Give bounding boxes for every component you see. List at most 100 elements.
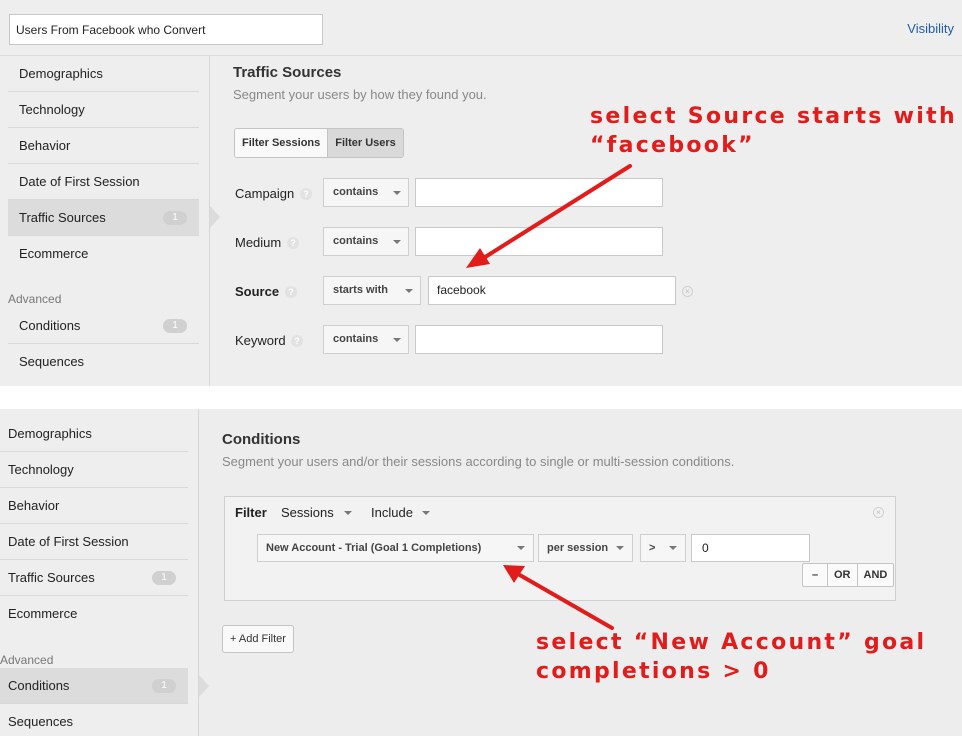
operator-label: contains: [333, 333, 379, 345]
caret-down-icon: [344, 511, 352, 515]
count-badge: 1: [163, 211, 187, 225]
filter-scope-toggle: Filter Sessions Filter Users: [234, 128, 404, 158]
help-icon[interactable]: ?: [300, 188, 312, 200]
sidebar-item-label: Technology: [8, 462, 74, 477]
sidebar-item-label: Date of First Session: [19, 174, 140, 189]
sidebar-item-behavior[interactable]: Behavior: [0, 488, 188, 524]
keyword-value-input[interactable]: [415, 325, 663, 354]
filter-scope-select[interactable]: Sessions: [281, 505, 334, 520]
metric-select[interactable]: New Account - Trial (Goal 1 Completions): [257, 534, 534, 562]
and-button[interactable]: AND: [856, 564, 894, 586]
sidebar-item-label: Ecommerce: [19, 246, 89, 261]
sidebar-item-label: Date of First Session: [8, 534, 129, 549]
sidebar-item-ecommerce[interactable]: Ecommerce: [0, 596, 188, 632]
remove-filter-icon[interactable]: ×: [873, 507, 884, 518]
sidebar-item-sequences[interactable]: Sequences: [8, 344, 199, 380]
visibility-link[interactable]: Visibility: [907, 21, 954, 36]
sidebar-item-label: Conditions: [8, 678, 70, 693]
sidebar-item-label: Traffic Sources: [8, 570, 95, 585]
operator-label: starts with: [333, 284, 389, 296]
medium-operator-select[interactable]: contains: [323, 227, 409, 256]
remove-filter-icon[interactable]: ×: [682, 286, 693, 297]
segment-editor-traffic-sources: Users From Facebook who Convert Visibili…: [0, 0, 962, 386]
sidebar-item-demographics[interactable]: Demographics: [8, 56, 199, 92]
advanced-heading: Advanced: [8, 292, 62, 306]
segment-editor-conditions: Demographics Technology Behavior Date of…: [0, 409, 962, 736]
section-title: Conditions: [222, 431, 301, 448]
sidebar-item-date-of-first-session[interactable]: Date of First Session: [0, 524, 188, 560]
campaign-value-input[interactable]: [415, 178, 663, 207]
logic-button-group: – OR AND: [802, 563, 895, 587]
sidebar-item-technology[interactable]: Technology: [0, 452, 188, 488]
caret-down-icon: [405, 289, 413, 293]
sidebar-item-label: Sequences: [19, 354, 85, 369]
count-badge: 1: [152, 571, 176, 585]
sidebar-item-demographics[interactable]: Demographics: [0, 416, 188, 452]
active-item-pointer: [210, 206, 220, 228]
aggregation-label: per session: [547, 542, 609, 554]
operator-label: contains: [333, 235, 379, 247]
sidebar-item-label: Behavior: [19, 138, 71, 153]
sidebar-item-label: Traffic Sources: [19, 210, 106, 225]
segment-header: Users From Facebook who Convert Visibili…: [0, 0, 962, 56]
caret-down-icon: [422, 511, 430, 515]
filter-users-button[interactable]: Filter Users: [327, 129, 403, 157]
comparator-select[interactable]: >: [640, 534, 686, 562]
sidebar-item-label: Demographics: [19, 66, 103, 81]
segment-category-sidebar: Demographics Technology Behavior Date of…: [0, 409, 199, 736]
help-icon[interactable]: ?: [285, 286, 297, 298]
sidebar-item-traffic-sources[interactable]: Traffic Sources 1: [8, 200, 199, 236]
count-badge: 1: [152, 679, 176, 693]
help-icon[interactable]: ?: [291, 335, 303, 347]
sidebar-item-date-of-first-session[interactable]: Date of First Session: [8, 164, 199, 200]
medium-label: Medium: [235, 235, 282, 250]
campaign-label: Campaign: [235, 186, 295, 201]
annotation-goal-instruction: select “New Account” goal completions > …: [536, 630, 927, 684]
segment-name-input[interactable]: Users From Facebook who Convert: [9, 14, 323, 45]
keyword-label: Keyword: [235, 333, 286, 348]
sidebar-item-label: Demographics: [8, 426, 92, 441]
caret-down-icon: [393, 240, 401, 244]
sidebar-item-technology[interactable]: Technology: [8, 92, 199, 128]
comparator-label: >: [649, 542, 656, 554]
sidebar-item-label: Ecommerce: [8, 606, 78, 621]
caret-down-icon: [517, 546, 525, 550]
source-operator-select[interactable]: starts with: [323, 276, 421, 305]
section-title: Traffic Sources: [233, 64, 342, 81]
remove-condition-button[interactable]: –: [803, 564, 827, 586]
condition-value-input[interactable]: 0: [691, 534, 810, 562]
filter-sessions-button[interactable]: Filter Sessions: [235, 129, 328, 157]
add-filter-button[interactable]: + Add Filter: [222, 625, 294, 653]
help-icon[interactable]: ?: [287, 237, 299, 249]
active-item-pointer: [199, 675, 209, 697]
filter-mode-select[interactable]: Include: [371, 505, 413, 520]
count-badge: 1: [163, 319, 187, 333]
sidebar-item-sequences[interactable]: Sequences: [0, 704, 188, 736]
sidebar-item-behavior[interactable]: Behavior: [8, 128, 199, 164]
operator-label: contains: [333, 186, 379, 198]
advanced-heading: Advanced: [0, 653, 54, 667]
source-value-input[interactable]: facebook: [428, 276, 676, 305]
sidebar-item-conditions[interactable]: Conditions 1: [0, 668, 188, 704]
sidebar-item-traffic-sources[interactable]: Traffic Sources 1: [0, 560, 188, 596]
segment-category-sidebar: Demographics Technology Behavior Date of…: [0, 56, 210, 386]
caret-down-icon: [393, 338, 401, 342]
annotation-source-instruction: select Source starts with “facebook”: [590, 104, 957, 158]
keyword-operator-select[interactable]: contains: [323, 325, 409, 354]
source-label: Source: [235, 284, 280, 299]
sidebar-item-label: Conditions: [19, 318, 81, 333]
sidebar-item-ecommerce[interactable]: Ecommerce: [8, 236, 199, 272]
or-button[interactable]: OR: [827, 564, 857, 586]
campaign-operator-select[interactable]: contains: [323, 178, 409, 207]
sidebar-item-label: Sequences: [8, 714, 74, 729]
sidebar-item-label: Technology: [19, 102, 85, 117]
caret-down-icon: [669, 546, 677, 550]
medium-value-input[interactable]: [415, 227, 663, 256]
section-subtitle: Segment your users and/or their sessions…: [222, 454, 735, 469]
sidebar-item-conditions[interactable]: Conditions 1: [8, 308, 199, 344]
caret-down-icon: [393, 191, 401, 195]
sidebar-item-label: Behavior: [8, 498, 60, 513]
aggregation-select[interactable]: per session: [538, 534, 633, 562]
filter-label: Filter: [235, 505, 267, 520]
caret-down-icon: [616, 546, 624, 550]
